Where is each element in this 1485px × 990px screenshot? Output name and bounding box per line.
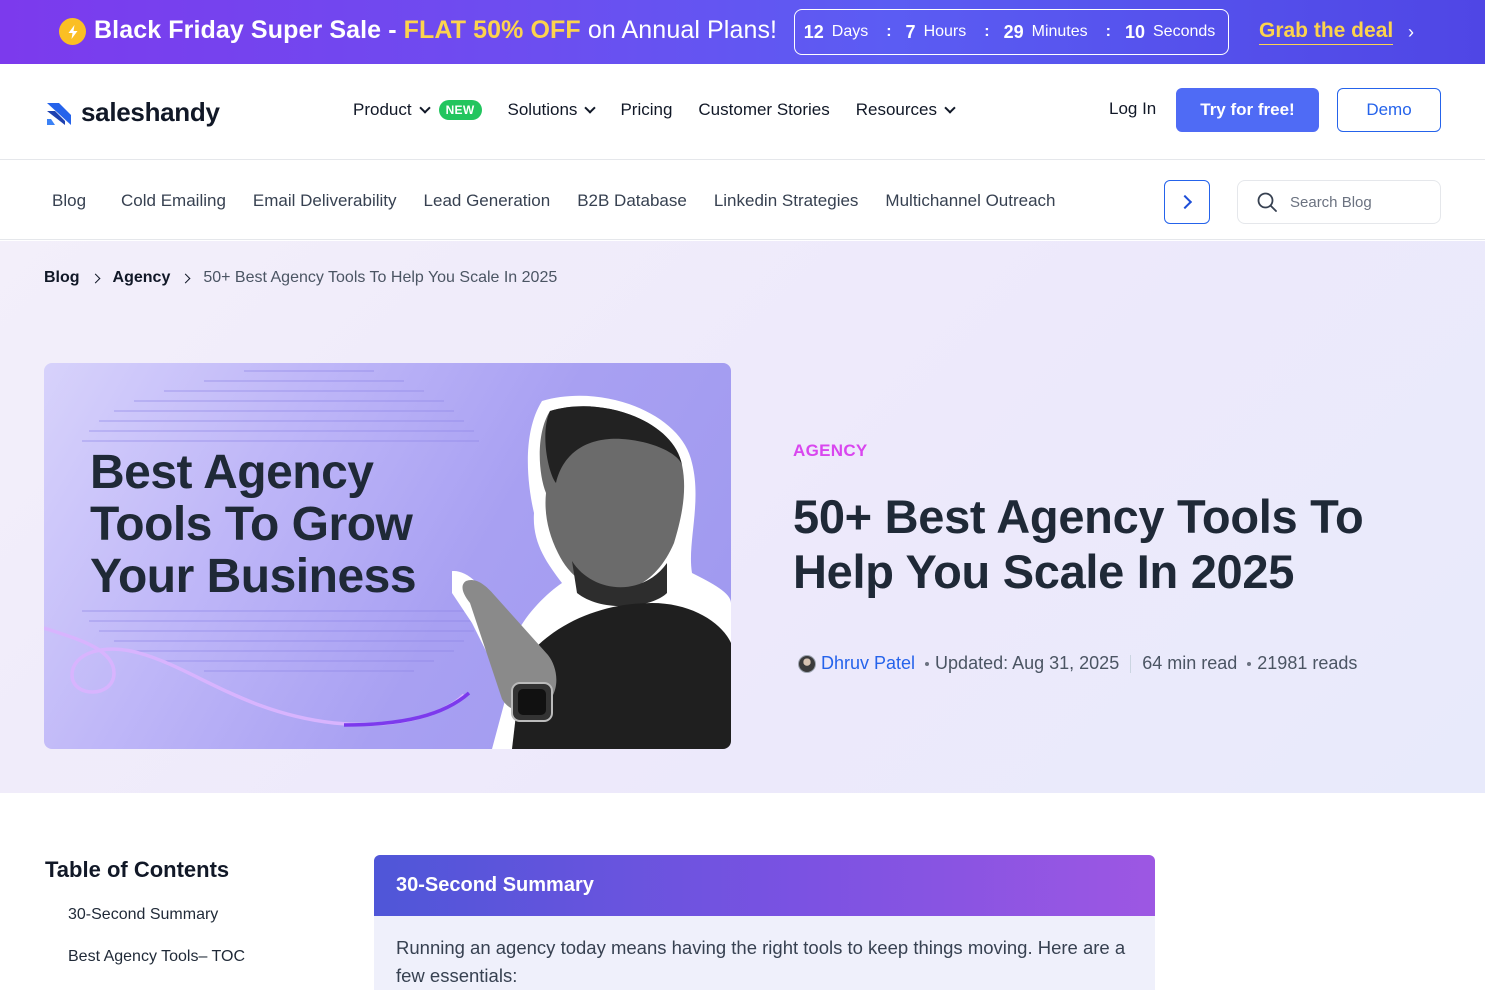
article-featured-image: Best Agency Tools To Grow Your Business (44, 363, 731, 749)
summary-title: 30-Second Summary (374, 855, 1155, 916)
main-nav: saleshandy Product NEW Solutions Pricing… (0, 64, 1485, 160)
promo-headline: Black Friday Super Sale - FLAT 50% OFF o… (94, 16, 778, 44)
nav-item-customer-stories[interactable]: Customer Stories (698, 100, 829, 120)
demo-button[interactable]: Demo (1337, 88, 1441, 132)
author-portrait-image (452, 395, 731, 749)
meta-separator-dot (1247, 661, 1252, 666)
chevron-down-icon (584, 101, 597, 114)
blog-category-bar: Blog Cold Emailing Email Deliverability … (0, 161, 1485, 240)
breadcrumb-blog[interactable]: Blog (44, 269, 80, 287)
category-linkedin-strategies[interactable]: Linkedin Strategies (714, 191, 859, 211)
try-for-free-button[interactable]: Try for free! (1176, 88, 1319, 132)
toc-title: Table of Contents (45, 857, 230, 882)
summary-card: 30-Second Summary Running an agency toda… (374, 855, 1155, 990)
chevron-down-icon (944, 101, 956, 114)
logo-text: saleshandy (81, 97, 220, 127)
primary-menu: Product NEW Solutions Pricing Customer S… (353, 100, 980, 120)
category-multichannel-outreach[interactable]: Multichannel Outreach (885, 191, 1055, 211)
promo-highlight: FLAT 50% OFF (403, 16, 581, 44)
countdown-days-value: 12 (803, 21, 824, 42)
image-title: Best Agency Tools To Grow Your Business (90, 446, 417, 603)
lightning-icon (59, 18, 86, 45)
search-input[interactable] (1290, 193, 1420, 211)
chevron-right-icon (180, 273, 191, 283)
chevron-right-icon (90, 273, 100, 283)
category-cold-emailing[interactable]: Cold Emailing (121, 191, 226, 211)
toc-item-summary[interactable]: 30-Second Summary (68, 906, 218, 924)
chevron-right-icon (1177, 194, 1193, 210)
author-avatar (798, 654, 816, 673)
saleshandy-logo[interactable]: saleshandy (45, 97, 220, 128)
nav-item-pricing[interactable]: Pricing (620, 100, 672, 120)
breadcrumb: Blog Agency 50+ Best Agency Tools To Hel… (44, 269, 557, 287)
category-list: Blog Cold Emailing Email Deliverability … (52, 191, 1083, 211)
category-b2b-database[interactable]: B2B Database (577, 191, 687, 211)
chevron-right-icon: › (1408, 22, 1414, 42)
category-next-button[interactable] (1164, 180, 1210, 224)
updated-date: Updated: Aug 31, 2025 (935, 653, 1120, 673)
countdown-hours-value: 7 (905, 21, 916, 42)
new-badge: NEW (438, 100, 482, 120)
chevron-down-icon (418, 101, 431, 114)
read-count: 21981 reads (1257, 653, 1358, 673)
meta-separator-dot (925, 661, 930, 666)
article-hero: Blog Agency 50+ Best Agency Tools To Hel… (0, 241, 1485, 793)
countdown-minutes-value: 29 (1003, 21, 1024, 42)
meta-separator-pipe (1130, 654, 1132, 673)
countdown-timer: 12 Days : 7 Hours : 29 Minutes : 10 Seco… (794, 9, 1229, 55)
read-time: 64 min read (1142, 653, 1238, 673)
toc-item-best-agency-tools[interactable]: Best Agency Tools– TOC (68, 948, 245, 966)
login-link[interactable]: Log In (1109, 99, 1156, 119)
blog-search[interactable] (1237, 180, 1441, 224)
summary-body: Running an agency today means having the… (396, 937, 1126, 986)
breadcrumb-current: 50+ Best Agency Tools To Help You Scale … (203, 269, 558, 286)
category-email-deliverability[interactable]: Email Deliverability (253, 191, 397, 211)
article-meta: Dhruv Patel Updated: Aug 31, 2025 64 min… (798, 653, 1357, 674)
category-blog[interactable]: Blog (52, 191, 86, 211)
category-lead-generation[interactable]: Lead Generation (424, 191, 551, 211)
nav-item-product[interactable]: Product NEW (353, 100, 482, 120)
article-category-tag[interactable]: AGENCY (793, 441, 868, 461)
author-link[interactable]: Dhruv Patel (821, 653, 915, 674)
breadcrumb-agency[interactable]: Agency (113, 269, 171, 287)
nav-item-solutions[interactable]: Solutions (508, 100, 597, 120)
article-title: 50+ Best Agency Tools To Help You Scale … (793, 490, 1364, 598)
saleshandy-logo-icon (47, 102, 71, 125)
hero-text: AGENCY (793, 441, 868, 461)
countdown-seconds-value: 10 (1124, 21, 1145, 42)
promo-banner: Black Friday Super Sale - FLAT 50% OFF o… (0, 0, 1485, 64)
search-icon (1257, 192, 1277, 212)
nav-item-resources[interactable]: Resources (856, 100, 956, 120)
grab-deal-link[interactable]: Grab the deal (1259, 19, 1394, 45)
